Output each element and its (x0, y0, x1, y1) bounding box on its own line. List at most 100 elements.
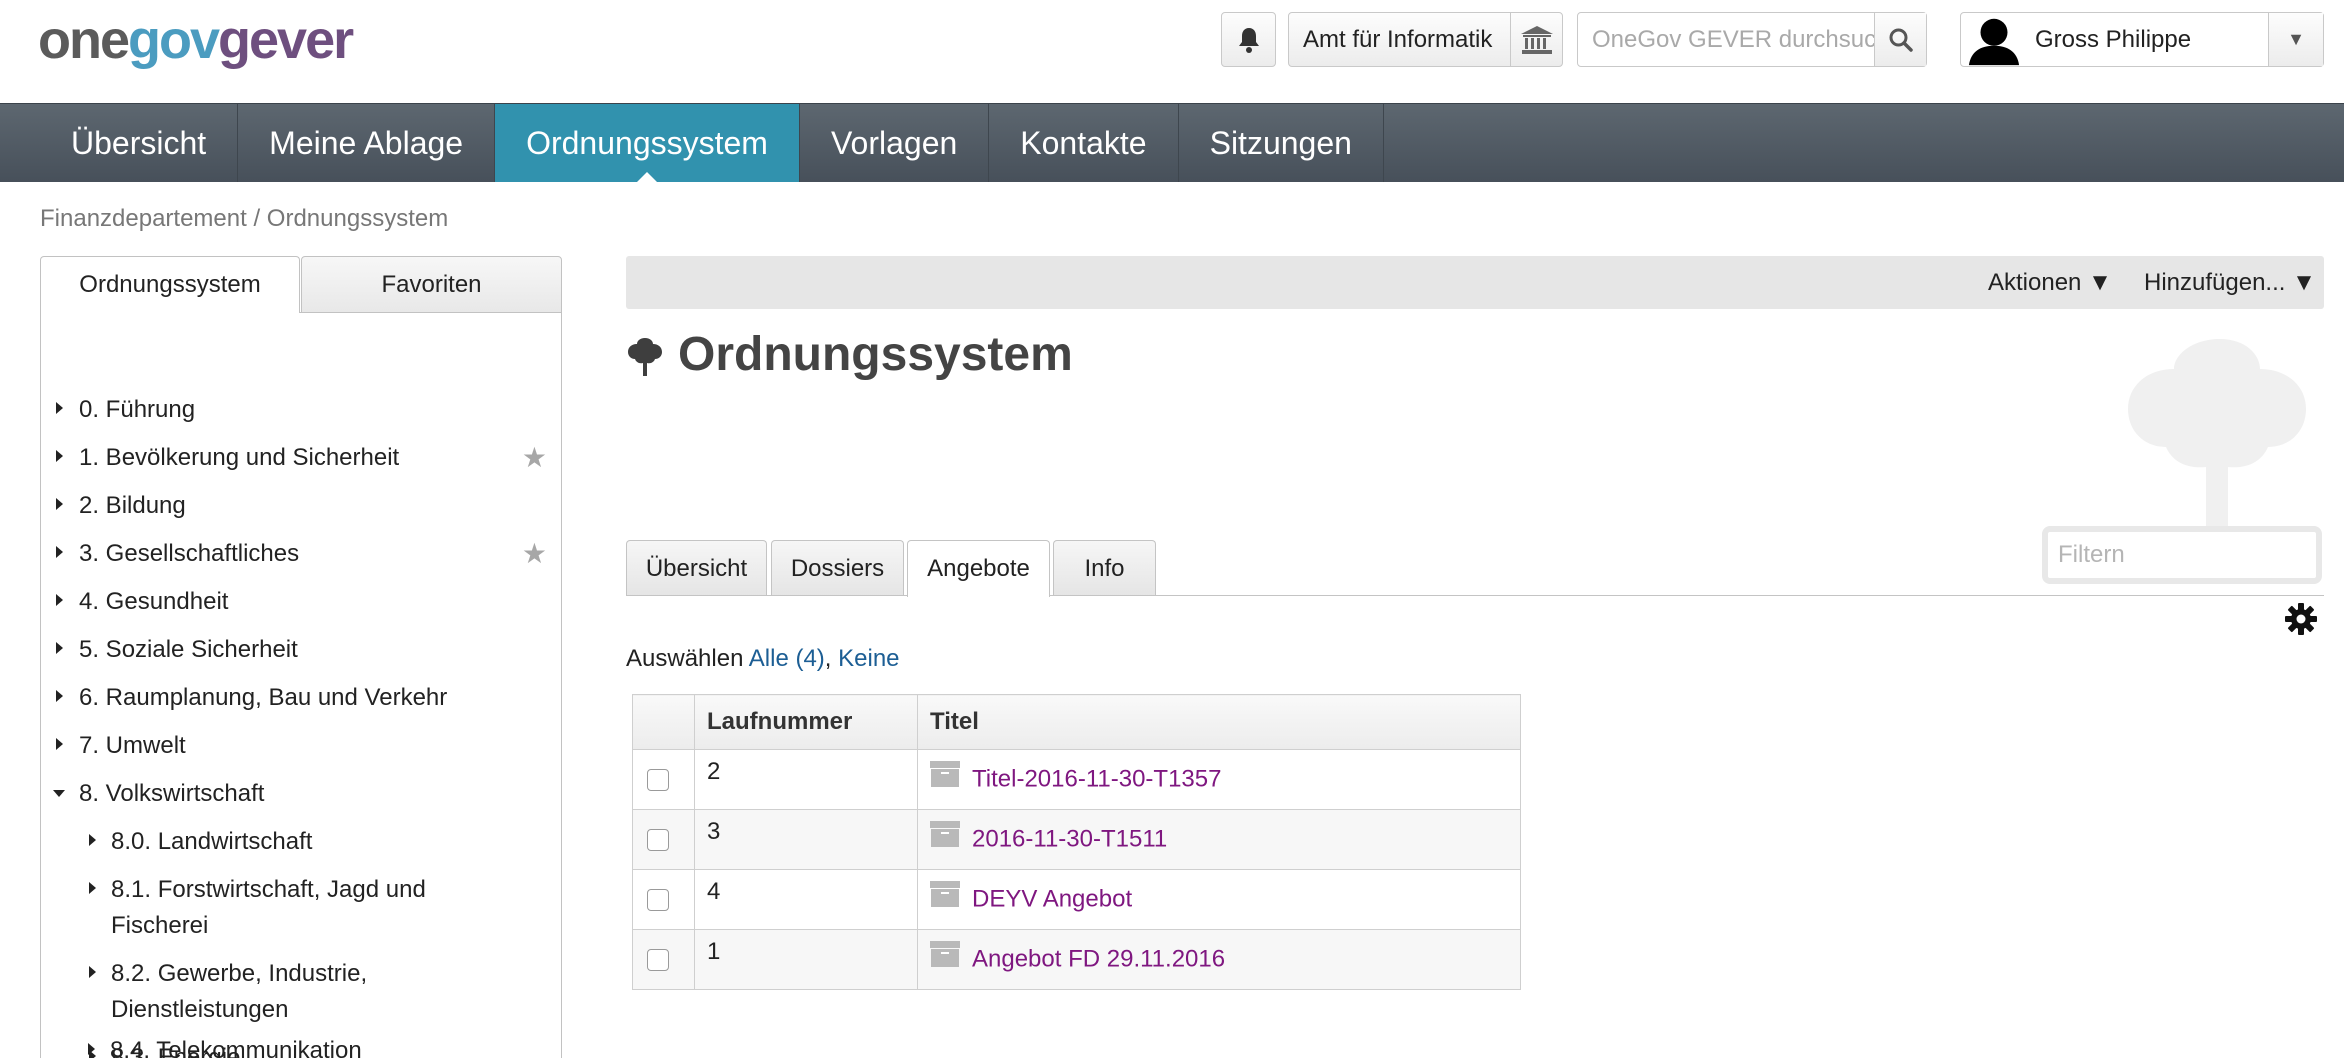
row-checkbox[interactable] (647, 829, 669, 852)
tree-item-label: 7. Umwelt (79, 732, 186, 759)
action-bar: Aktionen ▼ Hinzufügen... ▼ (626, 256, 2324, 309)
tree-item-label: 1. Bevölkerung und Sicherheit (79, 444, 400, 471)
row-number: 1 (707, 938, 721, 966)
logo-part-gov: gov (128, 10, 220, 70)
row-checkbox[interactable] (647, 769, 669, 792)
sidebar: Ordnungssystem Favoriten 0. Führung 1. B… (40, 256, 562, 1058)
filter-field (2042, 526, 2322, 584)
row-number: 3 (707, 818, 721, 846)
add-menu[interactable]: Hinzufügen... ▼ (2144, 256, 2316, 309)
tree-item-label-line2: Fischerei (111, 912, 209, 939)
table-header-row: Laufnummer Titel (632, 694, 1521, 750)
org-unit-label: Amt für Informatik (1303, 25, 1493, 53)
row-checkbox[interactable] (647, 949, 669, 972)
favorite-star-icon[interactable]: ★ (522, 536, 547, 572)
onegovgever-logo[interactable]: onegovgever (38, 10, 354, 70)
expand-arrow-icon[interactable] (56, 498, 63, 510)
expand-arrow-icon[interactable] (56, 402, 63, 414)
user-menu[interactable]: Gross Philippe ▼ (1960, 12, 2324, 67)
notifications-button[interactable] (1221, 12, 1276, 67)
tree-item-label: 8.1. Forstwirtschaft, Jagd und (111, 876, 426, 903)
search-button[interactable] (1874, 13, 1926, 66)
table-row[interactable]: 1 Angebot FD 29.11.2016 (632, 929, 1521, 990)
breadcrumb[interactable]: Finanzdepartement / Ordnungssystem (40, 205, 448, 233)
actions-menu[interactable]: Aktionen ▼ (1988, 256, 2112, 309)
tree-item-label: 5. Soziale Sicherheit (79, 636, 298, 663)
nav-item-sitzungen[interactable]: Sitzungen (1179, 104, 1384, 182)
offers-table: Laufnummer Titel 2 Titel-2016-11-30-T135… (632, 694, 1521, 990)
offer-box-icon (930, 880, 960, 907)
logo-part-one: one (38, 10, 130, 70)
nav-item-kontakte[interactable]: Kontakte (989, 104, 1179, 182)
select-label: Auswählen (626, 645, 744, 672)
selection-controls: Auswählen Alle (4), Keine (626, 645, 900, 673)
gear-icon[interactable] (2284, 602, 2318, 636)
tab-angebote[interactable]: Angebote (907, 540, 1050, 597)
expand-arrow-icon[interactable] (56, 738, 63, 750)
search-icon (1889, 28, 1913, 52)
avatar (1961, 13, 2021, 66)
nav-item-uebersicht[interactable]: Übersicht (40, 104, 239, 182)
expand-arrow-icon[interactable] (89, 834, 96, 846)
offer-title-link[interactable]: Titel-2016-11-30-T1357 (972, 766, 1221, 793)
column-header-select (632, 694, 695, 750)
offer-title-link[interactable]: DEYV Angebot (972, 886, 1132, 913)
column-header-laufnummer[interactable]: Laufnummer (694, 694, 918, 750)
tabs-divider (626, 595, 2324, 596)
tree-item-label-line2: Dienstleistungen (111, 996, 289, 1023)
tree-item-label: 4. Gesundheit (79, 588, 229, 615)
select-none-link[interactable]: Keine (838, 645, 899, 672)
expand-arrow-icon[interactable] (89, 966, 96, 978)
main-navigation: Übersicht Meine Ablage Ordnungssystem Vo… (0, 103, 2344, 182)
tree-watermark-icon (2128, 339, 2306, 537)
bell-icon (1238, 27, 1259, 53)
tree-item-label: 0. Führung (79, 396, 196, 423)
nav-item-meine-ablage[interactable]: Meine Ablage (238, 104, 496, 182)
user-name: Gross Philippe (2035, 25, 2192, 53)
column-header-titel[interactable]: Titel (917, 694, 1521, 750)
tree-item-label: 3. Gesellschaftliches (79, 540, 300, 567)
expand-arrow-icon[interactable] (56, 690, 63, 702)
tree-icon (628, 338, 662, 376)
tab-uebersicht[interactable]: Übersicht (626, 540, 767, 596)
page-title: Ordnungssystem (678, 328, 1073, 381)
offer-box-icon (930, 820, 960, 847)
row-checkbox[interactable] (647, 889, 669, 912)
sidebar-tab-ordnungssystem[interactable]: Ordnungssystem (40, 256, 300, 313)
search-input[interactable] (1578, 13, 1874, 66)
nav-item-vorlagen[interactable]: Vorlagen (800, 104, 990, 182)
table-row[interactable]: 3 2016-11-30-T1511 (632, 809, 1521, 870)
tree-item-label: 8.4. Telekommunikation (110, 1037, 362, 1058)
expand-arrow-icon[interactable] (56, 642, 63, 654)
institution-icon (1510, 13, 1562, 66)
org-unit-selector[interactable]: Amt für Informatik (1288, 12, 1563, 67)
expand-arrow-icon[interactable] (56, 546, 63, 558)
expand-arrow-icon[interactable] (56, 594, 63, 606)
tree-item-label: 8.2. Gewerbe, Industrie, (111, 960, 368, 987)
tree-item-label: 8. Volkswirtschaft (79, 780, 265, 807)
offer-box-icon (930, 940, 960, 967)
tab-info[interactable]: Info (1053, 540, 1156, 596)
favorite-star-icon[interactable]: ★ (522, 440, 547, 476)
collapse-arrow-icon[interactable] (53, 790, 65, 797)
nav-item-ordnungssystem[interactable]: Ordnungssystem (495, 104, 800, 182)
offer-title-link[interactable]: Angebot FD 29.11.2016 (972, 946, 1225, 973)
expand-arrow-icon[interactable] (89, 882, 96, 894)
tree-item-label: 2. Bildung (79, 492, 186, 519)
chevron-down-icon[interactable]: ▼ (2268, 13, 2323, 66)
select-all-link[interactable]: Alle (4) (749, 645, 825, 672)
repository-tree: 0. Führung 1. Bevölkerung und Sicherheit… (40, 312, 562, 1058)
select-separator: , (824, 645, 832, 672)
table-row[interactable]: 4 DEYV Angebot (632, 869, 1521, 930)
tree-item-label: 6. Raumplanung, Bau und Verkehr (79, 684, 448, 711)
tab-dossiers[interactable]: Dossiers (771, 540, 904, 596)
table-row[interactable]: 2 Titel-2016-11-30-T1357 (632, 749, 1521, 810)
expand-arrow-icon[interactable] (88, 1043, 95, 1055)
sidebar-tab-favoriten[interactable]: Favoriten (301, 256, 562, 313)
filter-input[interactable] (2048, 541, 2316, 569)
offer-box-icon (930, 760, 960, 787)
row-number: 4 (707, 878, 721, 906)
offer-title-link[interactable]: 2016-11-30-T1511 (972, 826, 1167, 853)
global-search (1577, 12, 1927, 67)
expand-arrow-icon[interactable] (56, 450, 63, 462)
